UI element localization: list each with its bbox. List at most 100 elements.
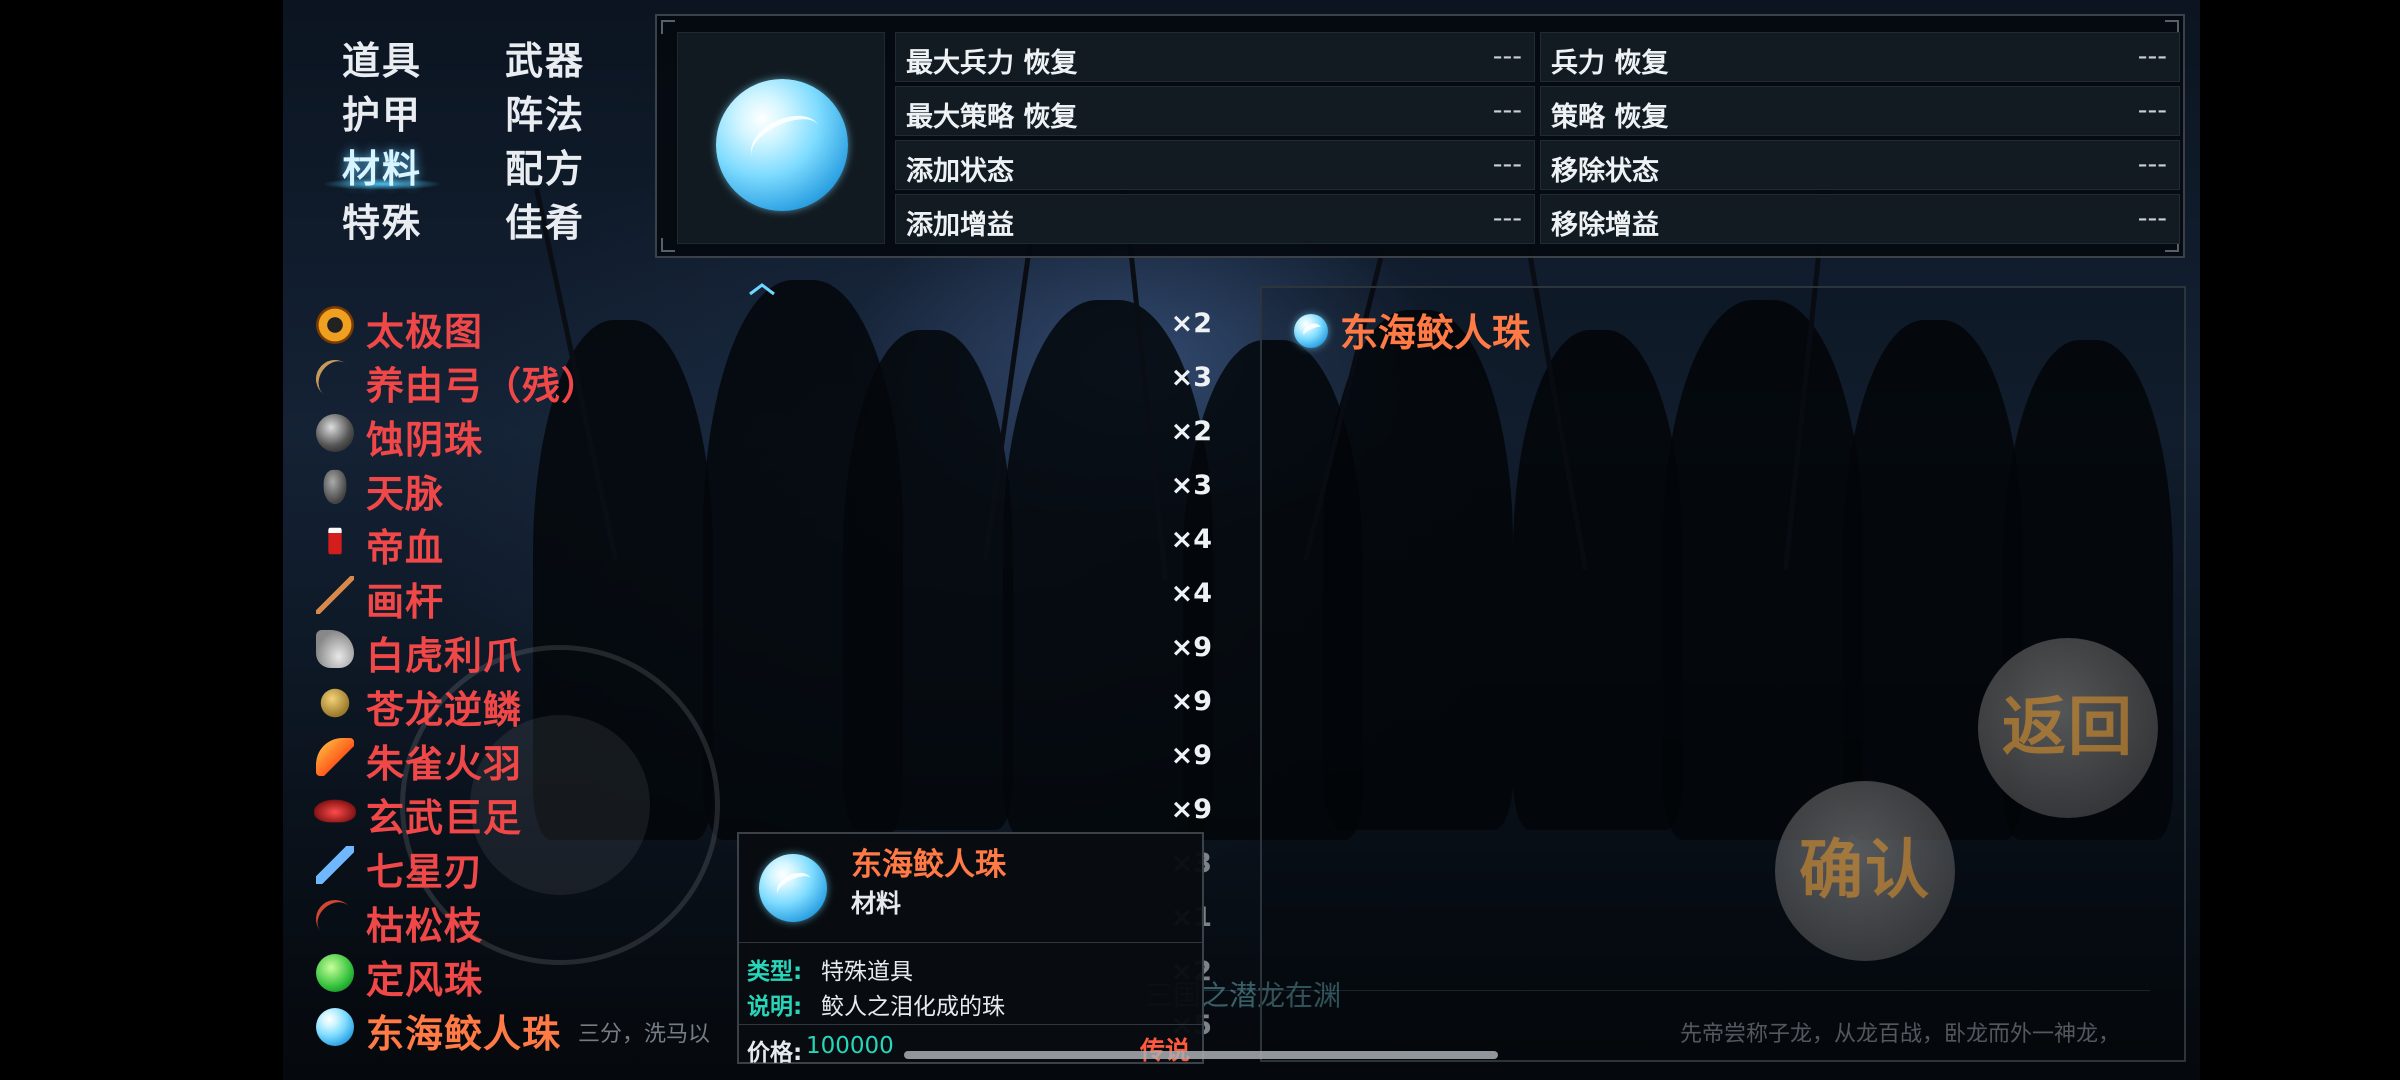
- stat-value: ---: [2137, 41, 2167, 72]
- selected-item-icon-box: [677, 32, 885, 244]
- item-name: 蚀阴珠: [366, 418, 484, 462]
- home-indicator-bar[interactable]: [904, 1051, 1498, 1059]
- item-row[interactable]: 玄武巨足 ×9: [312, 784, 1212, 840]
- stat-value: ---: [1492, 149, 1522, 180]
- tooltip-type-label: 类型:: [747, 959, 803, 985]
- tooltip-item-category: 材料: [851, 889, 902, 918]
- item-count: ×2: [1170, 308, 1212, 339]
- stat-cell: 最大策略 恢复 ---: [895, 86, 1535, 136]
- tooltip-divider: [739, 1024, 1202, 1025]
- item-row[interactable]: 蚀阴珠 ×2: [312, 406, 1212, 462]
- stone-icon: [323, 469, 347, 505]
- item-name: 枯松枝: [366, 904, 484, 948]
- item-name: 天脉: [366, 472, 445, 516]
- dark-orb-icon: [316, 414, 354, 452]
- tooltip-price-label: 价格:: [747, 1040, 803, 1066]
- item-name: 帝血: [366, 526, 445, 570]
- item-row[interactable]: 朱雀火羽 ×9: [312, 730, 1212, 786]
- stat-cell: 移除增益 ---: [1540, 194, 2180, 244]
- tab-armor[interactable]: 护甲: [342, 84, 422, 139]
- stat-value: ---: [2137, 149, 2167, 180]
- branch-icon: [308, 892, 362, 946]
- mermaid-pearl-icon: [316, 1008, 354, 1046]
- mermaid-pearl-icon: [759, 854, 827, 922]
- item-stat-panel: 最大兵力 恢复 --- 兵力 恢复 --- 最大策略 恢复 --- 策略 恢复 --- 添加状态…: [655, 14, 2185, 258]
- stat-cell: 最大兵力 恢复 ---: [895, 32, 1535, 82]
- confirm-button-label: 确认: [1799, 834, 1931, 908]
- item-tooltip-card: 东海鲛人珠 材料 类型: 特殊道具 说明: 鲛人之泪化成的珠 价格: 10000…: [737, 832, 1204, 1067]
- item-name: 苍龙逆鳞: [366, 688, 523, 732]
- stat-label: 最大兵力 恢复: [906, 48, 1078, 79]
- stat-label: 移除增益: [1551, 210, 1659, 241]
- tooltip-price-value: 100000: [806, 1033, 894, 1059]
- item-name: 白虎利爪: [366, 634, 523, 678]
- tooltip-item-name: 东海鲛人珠: [851, 847, 1006, 883]
- tooltip-divider: [739, 942, 1202, 943]
- stat-cell: 移除状态 ---: [1540, 140, 2180, 190]
- scale-icon: [320, 688, 350, 718]
- item-name: 太极图: [366, 310, 484, 354]
- blood-vial-icon: [328, 527, 342, 555]
- item-row[interactable]: 养由弓（残） ×3: [308, 352, 1212, 408]
- panel-corner: [661, 238, 675, 252]
- item-count: ×2: [1170, 416, 1212, 447]
- panel-corner: [661, 20, 675, 34]
- item-count: ×4: [1170, 578, 1212, 609]
- claw-icon: [316, 630, 354, 668]
- game-screen: 三分，洗马以 三国之潜龙在渊 先帝尝称子龙，从龙百战，卧龙而外一神龙， 道具 武器…: [0, 0, 2400, 1080]
- stat-value: ---: [1492, 95, 1522, 126]
- mermaid-pearl-icon: [1294, 314, 1328, 348]
- tooltip-desc-label: 说明:: [747, 994, 803, 1020]
- stat-cell: 策略 恢复 ---: [1540, 86, 2180, 136]
- item-count: ×9: [1170, 794, 1212, 825]
- detail-item-title: 东海鲛人珠: [1340, 311, 1531, 355]
- item-row[interactable]: 太极图 ×2: [312, 298, 1212, 354]
- tooltip-rarity-label: 传说: [1140, 1031, 1190, 1067]
- stat-value: ---: [2137, 95, 2167, 126]
- item-name: 朱雀火羽: [366, 742, 523, 786]
- item-row[interactable]: 画杆 ×4: [312, 568, 1212, 624]
- item-count: ×9: [1170, 632, 1212, 663]
- staff-icon: [316, 576, 354, 614]
- stat-cell: 兵力 恢复 ---: [1540, 32, 2180, 82]
- stat-label: 添加状态: [906, 156, 1014, 187]
- stat-cell: 添加状态 ---: [895, 140, 1535, 190]
- item-row[interactable]: 帝血 ×4: [312, 514, 1212, 570]
- item-count: ×4: [1170, 524, 1212, 555]
- blade-icon: [316, 846, 354, 884]
- tab-weapons[interactable]: 武器: [505, 30, 585, 85]
- item-row[interactable]: 苍龙逆鳞 ×9: [312, 676, 1212, 732]
- tab-items[interactable]: 道具: [342, 30, 422, 85]
- stat-label: 移除状态: [1551, 156, 1659, 187]
- item-row[interactable]: 天脉 ×3: [312, 460, 1212, 516]
- tab-dishes[interactable]: 佳肴: [505, 192, 585, 247]
- bow-icon: [308, 352, 362, 406]
- turtle-foot-icon: [314, 799, 356, 823]
- item-name: 七星刃: [366, 850, 484, 894]
- stat-value: ---: [1492, 203, 1522, 234]
- item-count: ×9: [1170, 686, 1212, 717]
- stat-label: 兵力 恢复: [1551, 48, 1669, 79]
- item-row[interactable]: 白虎利爪 ×9: [312, 622, 1212, 678]
- stat-label: 添加增益: [906, 210, 1014, 241]
- stat-value: ---: [1492, 41, 1522, 72]
- scroll-up-arrow-icon[interactable]: [748, 282, 776, 296]
- tab-materials[interactable]: 材料: [342, 138, 422, 193]
- wind-pearl-icon: [316, 954, 354, 992]
- feather-icon: [316, 738, 354, 776]
- tooltip-type-value: 特殊道具: [821, 959, 913, 985]
- confirm-button[interactable]: 确认: [1775, 781, 1955, 961]
- tooltip-desc-value: 鲛人之泪化成的珠: [821, 994, 1005, 1020]
- item-name: 画杆: [366, 580, 445, 624]
- tab-recipes[interactable]: 配方: [505, 138, 585, 193]
- mermaid-pearl-icon: [716, 79, 848, 211]
- back-button[interactable]: 返回: [1978, 638, 2158, 818]
- stat-label: 最大策略 恢复: [906, 102, 1078, 133]
- item-name: 东海鲛人珠: [366, 1012, 562, 1056]
- item-count: ×3: [1170, 362, 1212, 393]
- tab-special[interactable]: 特殊: [342, 192, 422, 247]
- back-button-label: 返回: [2002, 691, 2134, 765]
- stat-value: ---: [2137, 203, 2167, 234]
- tab-formations[interactable]: 阵法: [505, 84, 585, 139]
- taiji-icon: [316, 306, 354, 344]
